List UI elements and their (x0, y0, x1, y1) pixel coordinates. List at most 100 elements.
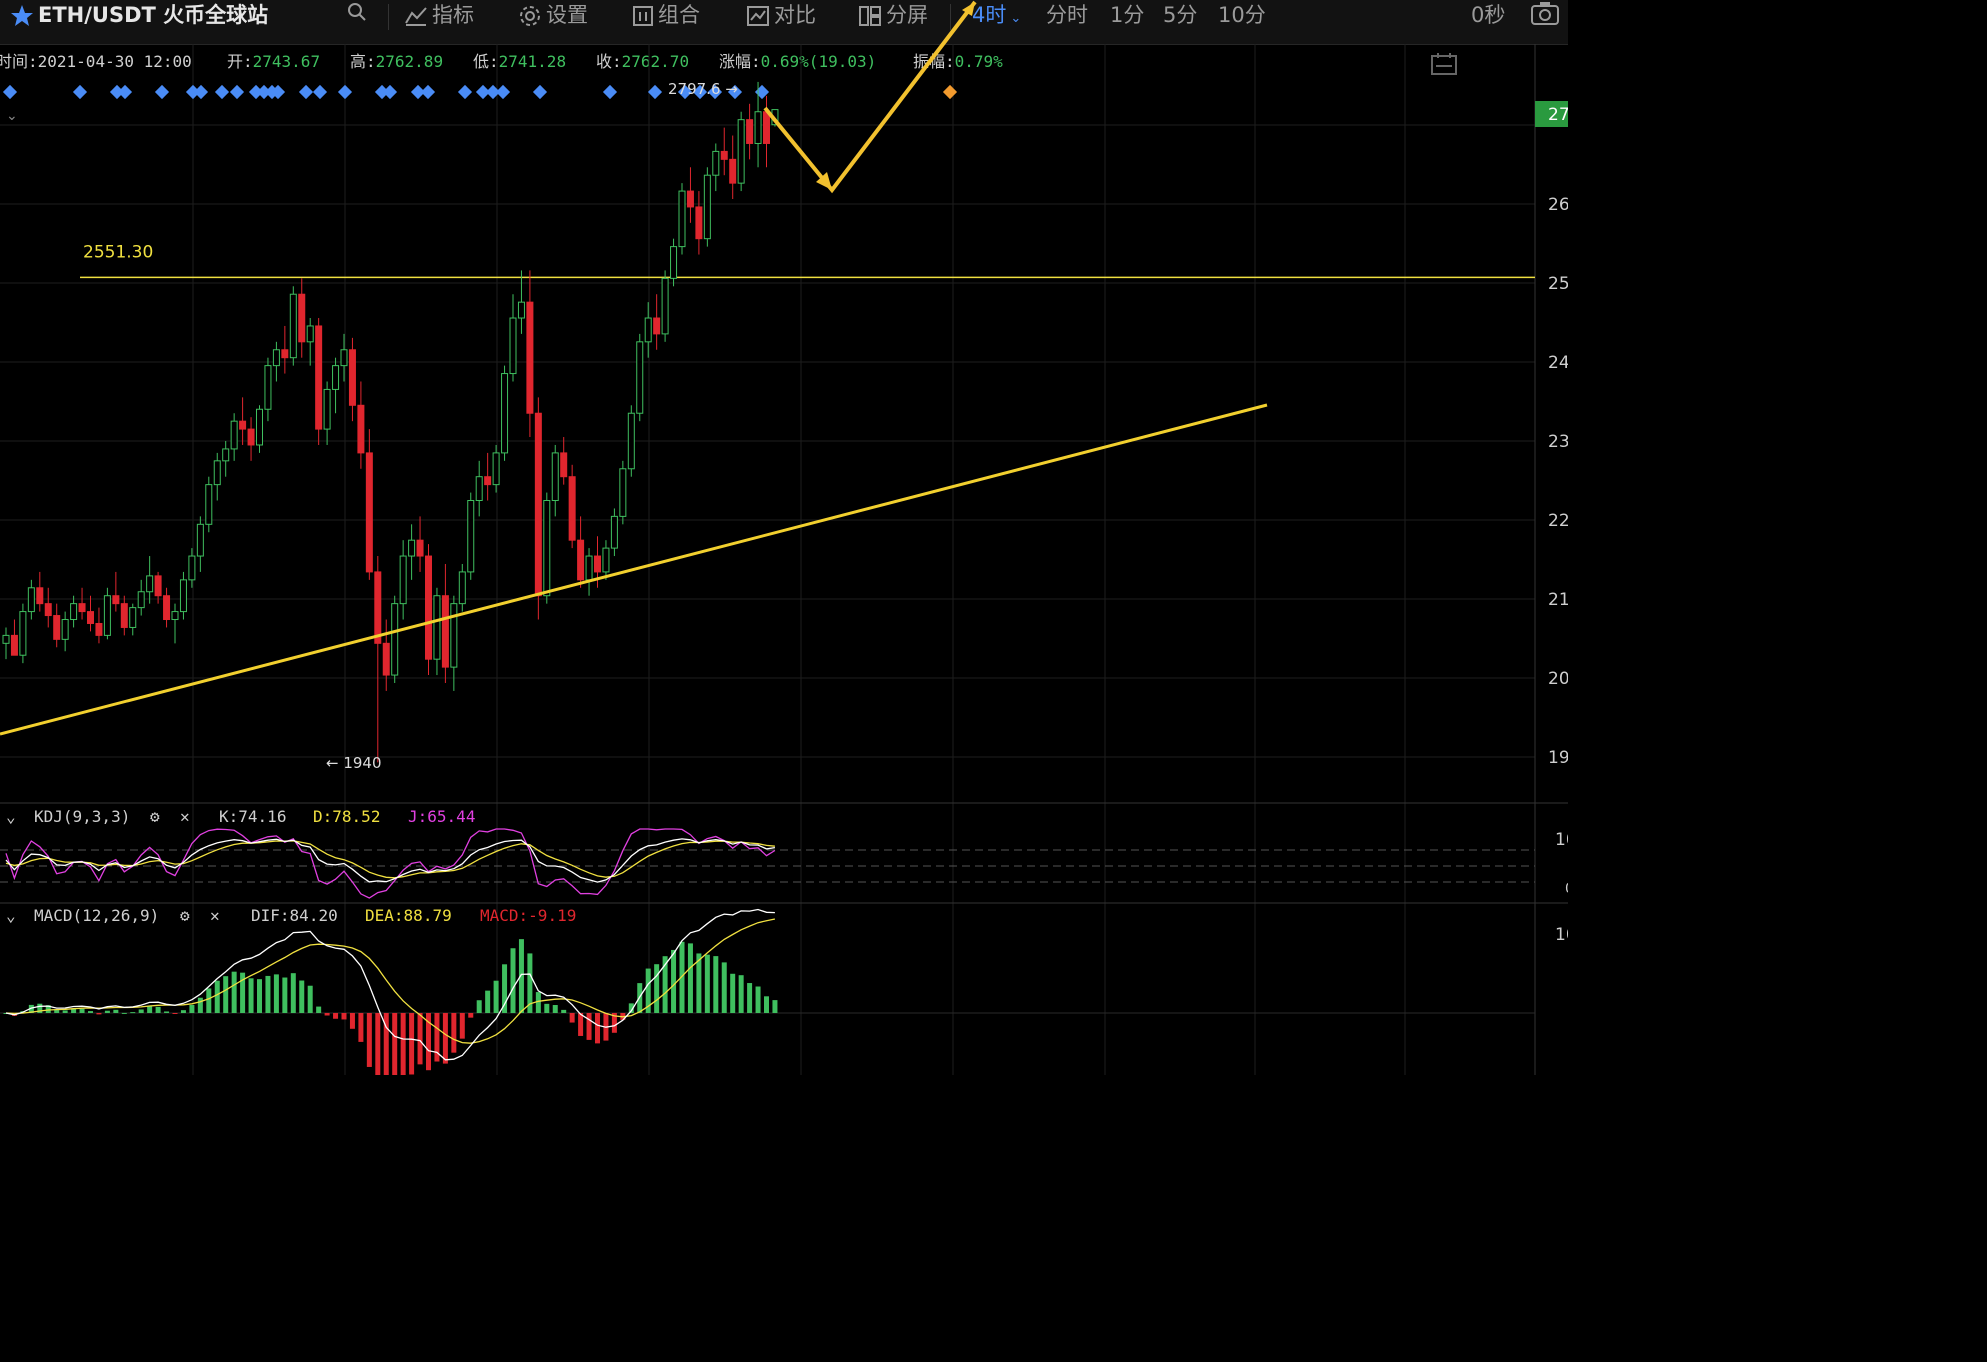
macd-histogram-bar (197, 997, 203, 1013)
macd-histogram-bar (578, 1013, 584, 1036)
event-marker-diamond (256, 84, 272, 100)
candle (627, 405, 635, 477)
macd-dea-name: DEA (365, 906, 394, 925)
macd-histogram-bar (561, 1009, 567, 1013)
candle-body (120, 603, 128, 628)
macd-histogram-bar (155, 1006, 161, 1013)
candle-body (416, 539, 424, 557)
candle-body (112, 595, 120, 605)
candle (543, 492, 551, 604)
price-axis: 27262524232221201927 (1535, 101, 1568, 768)
candle (205, 476, 213, 533)
low-field: 低:2741.28 (473, 48, 566, 72)
chevron-down-icon[interactable]: ⌄ (6, 906, 16, 925)
candle-body (137, 591, 145, 609)
candle (179, 571, 187, 620)
candle-body (36, 587, 44, 605)
macd-histogram-bar (730, 973, 736, 1013)
search-icon (348, 3, 366, 21)
candle-body (425, 555, 432, 660)
candle (112, 571, 120, 612)
close-icon[interactable]: ✕ (180, 807, 190, 826)
macd-histogram-bar (248, 978, 254, 1013)
interval-option[interactable]: 1分 (1110, 0, 1144, 30)
settings-button[interactable]: 设置 (518, 0, 588, 30)
candle (467, 492, 475, 580)
combo-button[interactable]: 组合 (632, 0, 700, 30)
chevron-down-icon[interactable]: ⌄ (6, 807, 16, 826)
candle (196, 516, 204, 572)
event-marker-diamond (337, 84, 353, 100)
macd-histogram-bar (316, 1006, 322, 1013)
star-icon[interactable] (10, 4, 34, 28)
symbol-selector[interactable]: ETH/USDT 火币全球站 (10, 0, 268, 30)
indicators-button[interactable]: 指标 (404, 0, 474, 30)
candle-body (222, 448, 230, 462)
candle (27, 579, 35, 620)
macd-histogram-bar (409, 1013, 415, 1075)
compare-button[interactable]: 对比 (746, 0, 816, 30)
close-label: 收: (596, 52, 622, 71)
macd-histogram-bar (299, 980, 305, 1013)
event-marker-diamond (677, 84, 693, 100)
candle (306, 318, 314, 366)
macd-histogram-bar (544, 1003, 550, 1013)
candle (272, 341, 280, 382)
macd-histogram-bar (747, 983, 753, 1013)
candle-body (357, 404, 365, 454)
macd-histogram-bar (324, 1013, 330, 1016)
macd-histogram-bar (88, 1011, 93, 1013)
interval-selector-active[interactable]: 4时 ⌄ (972, 0, 1021, 30)
macd-histogram-bar (104, 1010, 110, 1013)
candle (619, 460, 627, 525)
candle (399, 540, 407, 620)
chart-stage[interactable]: ETH/USDT 火币全球站 指标 设置 组合 对比 分屏 4时 ⌄ 分时 1分 … (0, 0, 1568, 1075)
macd-histogram-bar (738, 975, 744, 1013)
kdj-d-value: D:78.52 (313, 807, 381, 826)
candle (653, 294, 661, 350)
screenshot-button[interactable] (1530, 0, 1560, 30)
gear-icon[interactable]: ⚙ (150, 807, 160, 826)
low-label: 低: (473, 52, 499, 71)
split-screen-icon (859, 6, 881, 26)
macd-dea-value: DEA:88.79 (365, 906, 452, 925)
macd-histogram-bar (417, 1013, 423, 1065)
candle (594, 536, 601, 588)
split-screen-button[interactable]: 分屏 (858, 0, 928, 30)
candle (433, 587, 441, 676)
interval-option[interactable]: 10分 (1218, 0, 1266, 30)
candle-body (720, 150, 728, 160)
horizontal-line-layer: 2551.30 (80, 242, 1535, 279)
macd-histogram-bar (189, 1004, 195, 1013)
candle (357, 381, 365, 469)
candle-body (289, 293, 297, 359)
candle-body (746, 119, 754, 144)
candle-body (670, 246, 678, 279)
candle (239, 397, 247, 445)
macd-histogram-bar (214, 980, 220, 1013)
candle-body (526, 301, 534, 414)
candle-body (239, 420, 247, 430)
change-label: 涨幅: (719, 52, 761, 71)
candle (36, 571, 44, 612)
chevron-down-icon[interactable]: ⌄ (6, 108, 18, 124)
candle-body (247, 428, 255, 446)
macd-histogram-bar (375, 1013, 381, 1075)
candle-body (53, 615, 61, 640)
candle-body (441, 595, 449, 668)
macd-histogram-bar (671, 949, 677, 1013)
candle-body (10, 634, 18, 656)
interval-option[interactable]: 5分 (1163, 0, 1197, 30)
arrow-head (816, 172, 832, 190)
calendar-icon[interactable] (1430, 52, 1458, 76)
close-icon[interactable]: ✕ (210, 906, 220, 925)
macd-histogram-bar (54, 1010, 60, 1013)
search-button[interactable] (347, 0, 367, 30)
candle (703, 167, 711, 247)
toolbar-divider (950, 4, 951, 30)
gear-icon[interactable]: ⚙ (180, 906, 190, 925)
macd-histogram-bar (704, 954, 710, 1013)
macd-histogram-bar (96, 1013, 102, 1015)
interval-option[interactable]: 分时 (1046, 0, 1088, 30)
event-marker-diamond (420, 84, 436, 100)
